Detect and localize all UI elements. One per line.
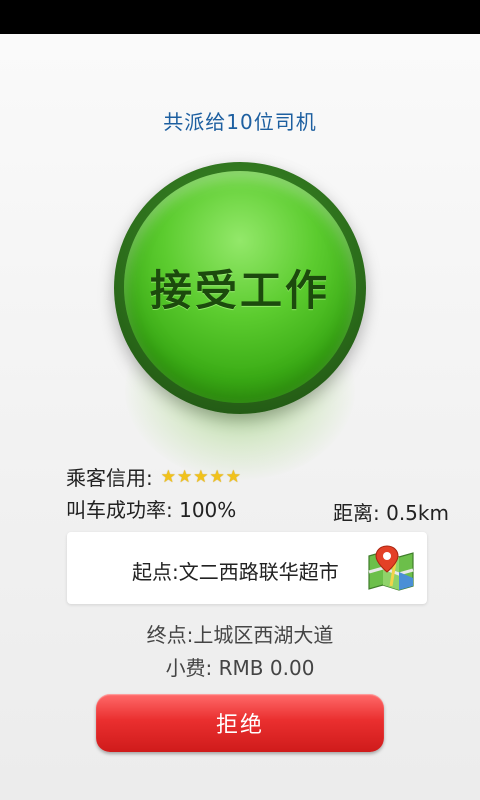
distance-text: 距离: 0.5km <box>333 501 449 525</box>
credit-stars: ★ ★ ★ ★ ★ <box>161 467 242 487</box>
passenger-credit-label: 乘客信用: <box>66 466 153 490</box>
star-icon: ★ <box>177 466 193 487</box>
accept-job-button[interactable]: 接受工作 <box>124 171 356 403</box>
reject-label: 拒绝 <box>215 713 264 738</box>
end-location-text: 终点:上城区西湖大道 <box>146 623 334 647</box>
status-bar <box>0 0 480 34</box>
star-icon: ★ <box>160 466 176 487</box>
star-icon: ★ <box>209 466 225 487</box>
call-success-rate: 叫车成功率: 100% <box>66 498 237 522</box>
accept-job-label: 接受工作 <box>149 265 330 315</box>
passenger-credit-row: 乘客信用: ★ ★ ★ ★ ★ <box>66 462 242 491</box>
start-location-card[interactable]: 起点:文二西路联华超市 <box>67 532 427 604</box>
map-location-icon[interactable] <box>365 542 417 594</box>
dispatch-count-title: 共派给10位司机 <box>163 110 317 134</box>
tip-amount-text: 小费: RMB 0.00 <box>165 656 315 680</box>
star-icon: ★ <box>193 466 209 487</box>
start-location-text: 起点:文二西路联华超市 <box>132 560 339 584</box>
reject-button[interactable]: 拒绝 <box>96 694 384 752</box>
star-icon: ★ <box>225 466 241 487</box>
